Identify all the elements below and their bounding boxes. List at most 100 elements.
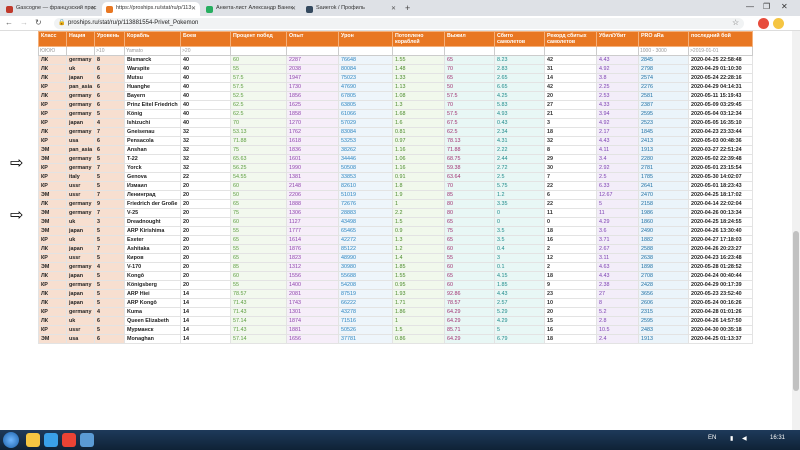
table-row[interactable]: ЛК germany 6 Bayern 40 52.5 1856 67805 1.08 57.5 4… bbox=[38, 91, 753, 101]
table-row[interactable]: КР ussr 5 Киров 20 65 1823 48990 1.4 55 3 12 3.11 263… bbox=[38, 253, 753, 263]
column-filter-input[interactable] bbox=[126, 47, 179, 55]
table-row[interactable]: ЛК japan 5 ARP Hiei 14 78.57 2081 87519 1.93 92.8… bbox=[38, 289, 753, 299]
start-button[interactable] bbox=[3, 432, 19, 448]
table-row[interactable]: ЭМ ussr 7 Ленинград 20 50 2206 51019 1.9 85 1.2 6 12… bbox=[38, 190, 753, 200]
table-row[interactable]: КР germany 5 Königsberg 20 55 1400 54208 0.95 60 1… bbox=[38, 280, 753, 290]
column-header[interactable]: Сбито самолетов bbox=[494, 31, 545, 47]
close-window-icon[interactable]: ✕ bbox=[781, 2, 788, 11]
close-tab-icon[interactable]: ✕ bbox=[291, 5, 296, 12]
table-row[interactable]: ЭМ germany 5 T-22 32 65.63 1601 34446 1.06 68.75 2… bbox=[38, 154, 753, 164]
vertical-scrollbar[interactable] bbox=[792, 31, 800, 430]
table-cell: 5 bbox=[94, 325, 125, 335]
column-header[interactable]: Рекорд сбитых самолетов bbox=[544, 31, 597, 47]
table-row[interactable]: ЭМ germany 7 V-25 20 75 1306 28883 2.2 80 0 11 11 198… bbox=[38, 208, 753, 218]
column-header[interactable]: Боев bbox=[180, 31, 231, 47]
column-filter-input[interactable] bbox=[340, 47, 391, 55]
table-row[interactable]: ЛК uk 6 Warspite 40 55 2038 80084 1.48 70 2.83 31 4.… bbox=[38, 64, 753, 74]
file-explorer-icon[interactable] bbox=[26, 433, 40, 447]
table-row[interactable]: КР uk 5 Exeter 20 65 1614 42272 1.3 65 3.5 16 3.71 18… bbox=[38, 235, 753, 245]
column-header[interactable]: Убил/Убит bbox=[596, 31, 639, 47]
forward-icon[interactable]: → bbox=[20, 18, 28, 27]
table-row[interactable]: КР usa 6 Pensacola 32 71.88 1618 53253 0.97 78.13… bbox=[38, 136, 753, 146]
extension-icon[interactable] bbox=[758, 18, 769, 29]
column-header[interactable]: Опыт bbox=[286, 31, 339, 47]
column-header[interactable]: Корабль bbox=[124, 31, 181, 47]
back-icon[interactable]: ← bbox=[5, 18, 13, 27]
volume-icon[interactable]: ◀ bbox=[742, 435, 747, 442]
close-tab-icon[interactable]: ✕ bbox=[191, 5, 196, 12]
column-header[interactable]: Выжил bbox=[444, 31, 495, 47]
table-cell: 10.5 bbox=[596, 325, 639, 335]
table-row[interactable]: КР germany 4 Kuma 14 71.43 1301 43278 1.86 64.29 5… bbox=[38, 307, 753, 317]
column-filter-input[interactable] bbox=[446, 47, 493, 55]
table-cell: ЛК bbox=[38, 127, 67, 137]
bookmark-star-icon[interactable]: ☆ bbox=[732, 18, 739, 27]
table-row[interactable]: КР germany 5 König 40 62.5 1858 61066 1.68 57.5 4.… bbox=[38, 109, 753, 119]
url-field[interactable]: 🔒 proships.ru/stat/ru/p/113881554-Privet… bbox=[54, 18, 744, 29]
column-filter-input[interactable] bbox=[690, 47, 751, 55]
table-cell: КР bbox=[38, 235, 67, 245]
table-row[interactable]: ЛК japan 6 Mutsu 40 57.5 1947 75023 1.33 65 2.65 14… bbox=[38, 73, 753, 83]
column-header[interactable]: Нация bbox=[66, 31, 95, 47]
browser-tab-active[interactable]: https://proships.ru/stat/ru/p/113 ✕ bbox=[102, 2, 200, 16]
table-row[interactable]: ЛК japan 7 Ashitaka 20 55 1876 85122 1.2 60 0.4 2 2.… bbox=[38, 244, 753, 254]
scrollbar-thumb[interactable] bbox=[793, 231, 799, 391]
browser-tab[interactable]: Gascogne — французский прис ✕ bbox=[2, 2, 100, 16]
table-row[interactable]: КР italy 5 Genova 22 54.55 1381 33853 0.91 63.64 2… bbox=[38, 172, 753, 182]
table-row[interactable]: КР germany 7 Yorck 32 56.25 1990 50508 1.16 59.38… bbox=[38, 163, 753, 173]
tab-title: Sаиеrok / Профиль bbox=[316, 5, 365, 11]
table-row[interactable]: КР ussr 5 Мурманск 14 71.43 1881 50526 1.5 85.71 5… bbox=[38, 325, 753, 335]
column-filter-input[interactable] bbox=[496, 47, 543, 55]
table-row[interactable]: ЭМ germany 4 V-170 20 85 1312 30980 1.85 60 0.1 2 4.… bbox=[38, 262, 753, 272]
table-row[interactable]: ЛК uk 6 Queen Elizabeth 14 57.14 1874 71516 1 64.… bbox=[38, 316, 753, 326]
table-cell: 18 bbox=[544, 334, 597, 344]
maximize-icon[interactable]: ❐ bbox=[763, 2, 770, 11]
column-filter-input[interactable] bbox=[40, 47, 65, 55]
minimize-icon[interactable]: — bbox=[746, 2, 754, 11]
browser-tab[interactable]: Sаиеrok / Профиль ✕ bbox=[302, 2, 400, 16]
reload-icon[interactable]: ↻ bbox=[35, 18, 42, 27]
column-filter-input[interactable] bbox=[640, 47, 687, 55]
table-row[interactable]: КР germany 6 Prinz Eitel Friedrich 40 62.5 162… bbox=[38, 100, 753, 110]
close-tab-icon[interactable]: ✕ bbox=[91, 5, 96, 12]
column-header[interactable]: PRO aRa bbox=[638, 31, 689, 47]
browser-tab[interactable]: Анкета-лист Александр Ванек ✕ bbox=[202, 2, 300, 16]
column-filter-input[interactable] bbox=[394, 47, 443, 55]
clock[interactable]: 16:31 bbox=[770, 435, 785, 441]
ie-icon[interactable] bbox=[44, 433, 58, 447]
close-tab-icon[interactable]: ✕ bbox=[391, 5, 396, 12]
table-row[interactable]: ЭМ usa 6 Monaghan 14 57.14 1656 37781 0.86 64.29 6… bbox=[38, 334, 753, 344]
table-cell: 65 bbox=[444, 217, 495, 227]
table-row[interactable]: ЭМ japan 5 ARP Kirishima 20 55 1777 65465 0.9 75 3… bbox=[38, 226, 753, 236]
column-header[interactable]: Класс bbox=[38, 31, 67, 47]
column-filter-input[interactable] bbox=[68, 47, 93, 55]
table-row[interactable]: ЭМ uk 3 Dreadnought 20 60 1127 43498 1.5 65 0 0 4.29… bbox=[38, 217, 753, 227]
table-row[interactable]: КР pan_asia 6 Huanghe 40 57.5 1730 47690 1.13 50 6… bbox=[38, 82, 753, 92]
column-filter-input[interactable] bbox=[232, 47, 285, 55]
column-filter-input[interactable] bbox=[96, 47, 123, 55]
table-row[interactable]: КР japan 4 Ishizuchi 40 70 1270 57029 1.6 67.5 0.4… bbox=[38, 118, 753, 128]
column-header[interactable]: Процент побед bbox=[230, 31, 287, 47]
app-icon[interactable] bbox=[80, 433, 94, 447]
table-row[interactable]: КР ussr 5 Измаил 20 60 2148 82610 1.8 70 5.75 22 6.3… bbox=[38, 181, 753, 191]
network-icon[interactable]: ▮ bbox=[730, 435, 733, 442]
column-filter-input[interactable] bbox=[546, 47, 595, 55]
new-tab-icon[interactable]: + bbox=[405, 3, 410, 13]
table-row[interactable]: ЛК germany 7 Gneisenau 32 53.13 1762 83084 0.81 6… bbox=[38, 127, 753, 137]
column-filter-input[interactable] bbox=[182, 47, 229, 55]
language-indicator[interactable]: EN bbox=[708, 435, 716, 441]
column-filter-input[interactable] bbox=[598, 47, 637, 55]
profile-avatar-icon[interactable] bbox=[773, 18, 784, 29]
table-cell: 40 bbox=[180, 118, 231, 128]
column-header[interactable]: Потоплено кораблей bbox=[392, 31, 445, 47]
table-row[interactable]: ЭМ pan_asia 6 Anshan 32 75 1836 38262 1.16 71.88 2… bbox=[38, 145, 753, 155]
chrome-icon[interactable] bbox=[62, 433, 76, 447]
table-row[interactable]: ЛК japan 5 Kongō 20 60 1556 55688 1.55 65 4.15 18 4.… bbox=[38, 271, 753, 281]
column-header[interactable]: Урон bbox=[338, 31, 393, 47]
column-header[interactable]: Уровень bbox=[94, 31, 125, 47]
table-row[interactable]: ЛК germany 8 Bismarck 40 60 2287 76648 1.55 65 8.2… bbox=[38, 55, 753, 65]
column-header[interactable]: последний бой bbox=[688, 31, 753, 47]
table-row[interactable]: ЛК germany 9 Friedrich der Große 20 65 1888 726… bbox=[38, 199, 753, 209]
column-filter-input[interactable] bbox=[288, 47, 337, 55]
table-row[interactable]: ЛК japan 5 ARP Kongō 14 71.43 1743 66222 1.71 78.… bbox=[38, 298, 753, 308]
